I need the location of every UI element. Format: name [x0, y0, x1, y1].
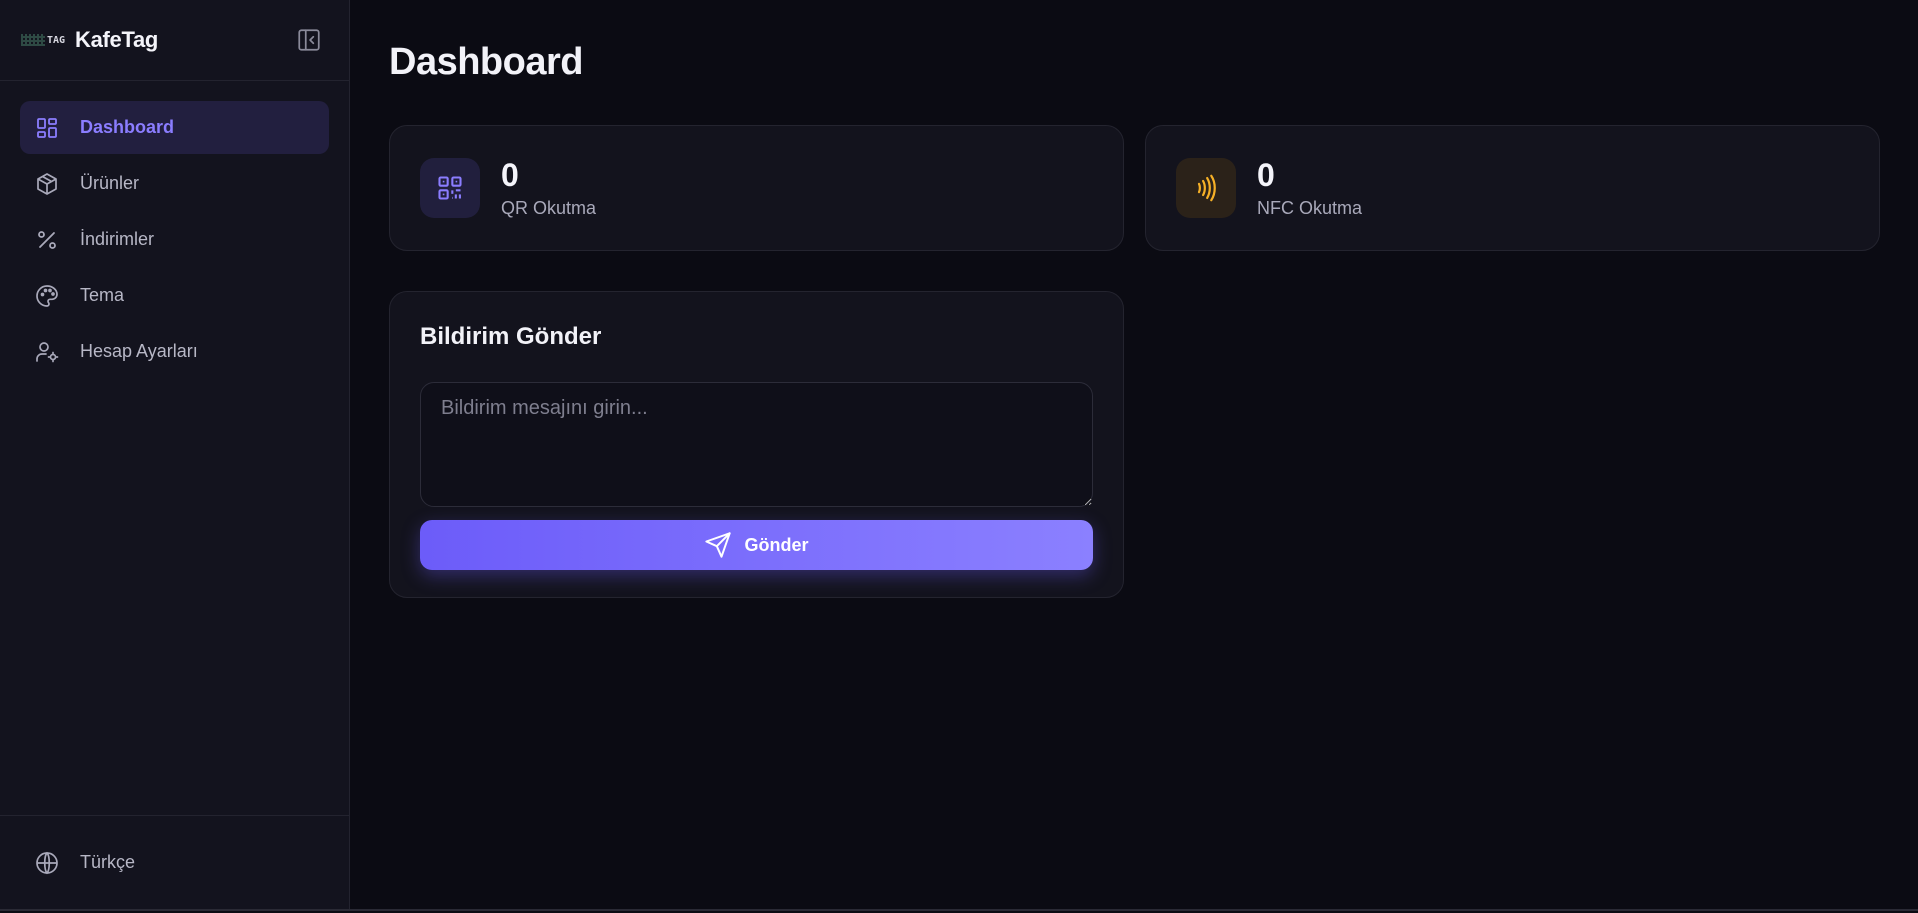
sidebar-item-tema[interactable]: Tema: [20, 269, 329, 322]
qr-scan-label: QR Okutma: [501, 197, 597, 218]
dashboard-grid-icon: [37, 117, 57, 138]
stat-icon-container: [420, 158, 480, 218]
nfc-icon: [1197, 174, 1216, 202]
app-name: KafeTag: [75, 27, 159, 52]
sidebar-item-label: İndirimler: [80, 229, 155, 249]
language-label: Türkçe: [80, 852, 136, 872]
stat-card-qr: 0 QR Okutma: [389, 125, 1124, 251]
page-title: Dashboard: [389, 41, 583, 83]
user-settings-icon: [36, 341, 59, 362]
sidebar-item-indirimler[interactable]: İndirimler: [20, 213, 329, 266]
sidebar-item-label: Tema: [80, 285, 125, 305]
send-icon: [705, 532, 732, 558]
brand-logo: TAG: [21, 32, 65, 48]
sidebar-item-urunler[interactable]: Ürünler: [20, 157, 329, 210]
stat-icon-container: [1176, 158, 1236, 218]
palette-icon: [36, 284, 58, 307]
brand[interactable]: TAG KafeTag: [21, 27, 158, 53]
notification-card: Bildirim Gönder Gönder: [389, 291, 1124, 598]
qr-scan-count: 0: [501, 156, 519, 193]
sidebar-item-label: Dashboard: [80, 117, 175, 137]
sidebar-nav: Dashboard Ürünler İndirimler Tema Hesap …: [0, 81, 349, 398]
logo-text: TAG: [46, 34, 65, 46]
box-icon: [37, 172, 57, 195]
percent-icon: [38, 230, 56, 249]
main-content: Dashboard 0 QR Okutma 0 NFC Okutma Bildi…: [350, 0, 1918, 909]
sidebar-header: TAG KafeTag: [0, 0, 349, 81]
notification-message-input[interactable]: [420, 382, 1093, 507]
sidebar-item-hesap-ayarlari[interactable]: Hesap Ayarları: [20, 325, 329, 378]
sidebar-item-label: Hesap Ayarları: [80, 341, 198, 361]
language-selector[interactable]: Türkçe: [20, 851, 150, 875]
sidebar-collapse-button[interactable]: [295, 26, 323, 54]
logo-mark-icon: [21, 34, 45, 46]
stats-row: 0 QR Okutma 0 NFC Okutma: [389, 125, 1880, 251]
stat-text: 0 NFC Okutma: [1257, 158, 1362, 219]
stat-card-nfc: 0 NFC Okutma: [1145, 125, 1880, 251]
notification-title: Bildirim Gönder: [420, 323, 602, 350]
sidebar-footer: Türkçe: [0, 815, 349, 909]
sidebar: TAG KafeTag Dashboard Ürünler İndirimler…: [0, 0, 350, 909]
sidebar-item-label: Ürünler: [80, 173, 140, 193]
sidebar-item-dashboard[interactable]: Dashboard: [20, 101, 329, 154]
app-root: TAG KafeTag Dashboard Ürünler İndirimler…: [0, 0, 1918, 911]
nfc-scan-label: NFC Okutma: [1257, 197, 1363, 218]
stat-text: 0 QR Okutma: [501, 158, 596, 219]
globe-icon: [36, 851, 58, 874]
send-button-label: Gönder: [744, 534, 809, 555]
send-notification-button[interactable]: Gönder: [420, 520, 1093, 570]
panel-collapse-icon: [298, 29, 320, 51]
qr-code-icon: [438, 176, 462, 200]
nfc-scan-count: 0: [1257, 156, 1275, 193]
